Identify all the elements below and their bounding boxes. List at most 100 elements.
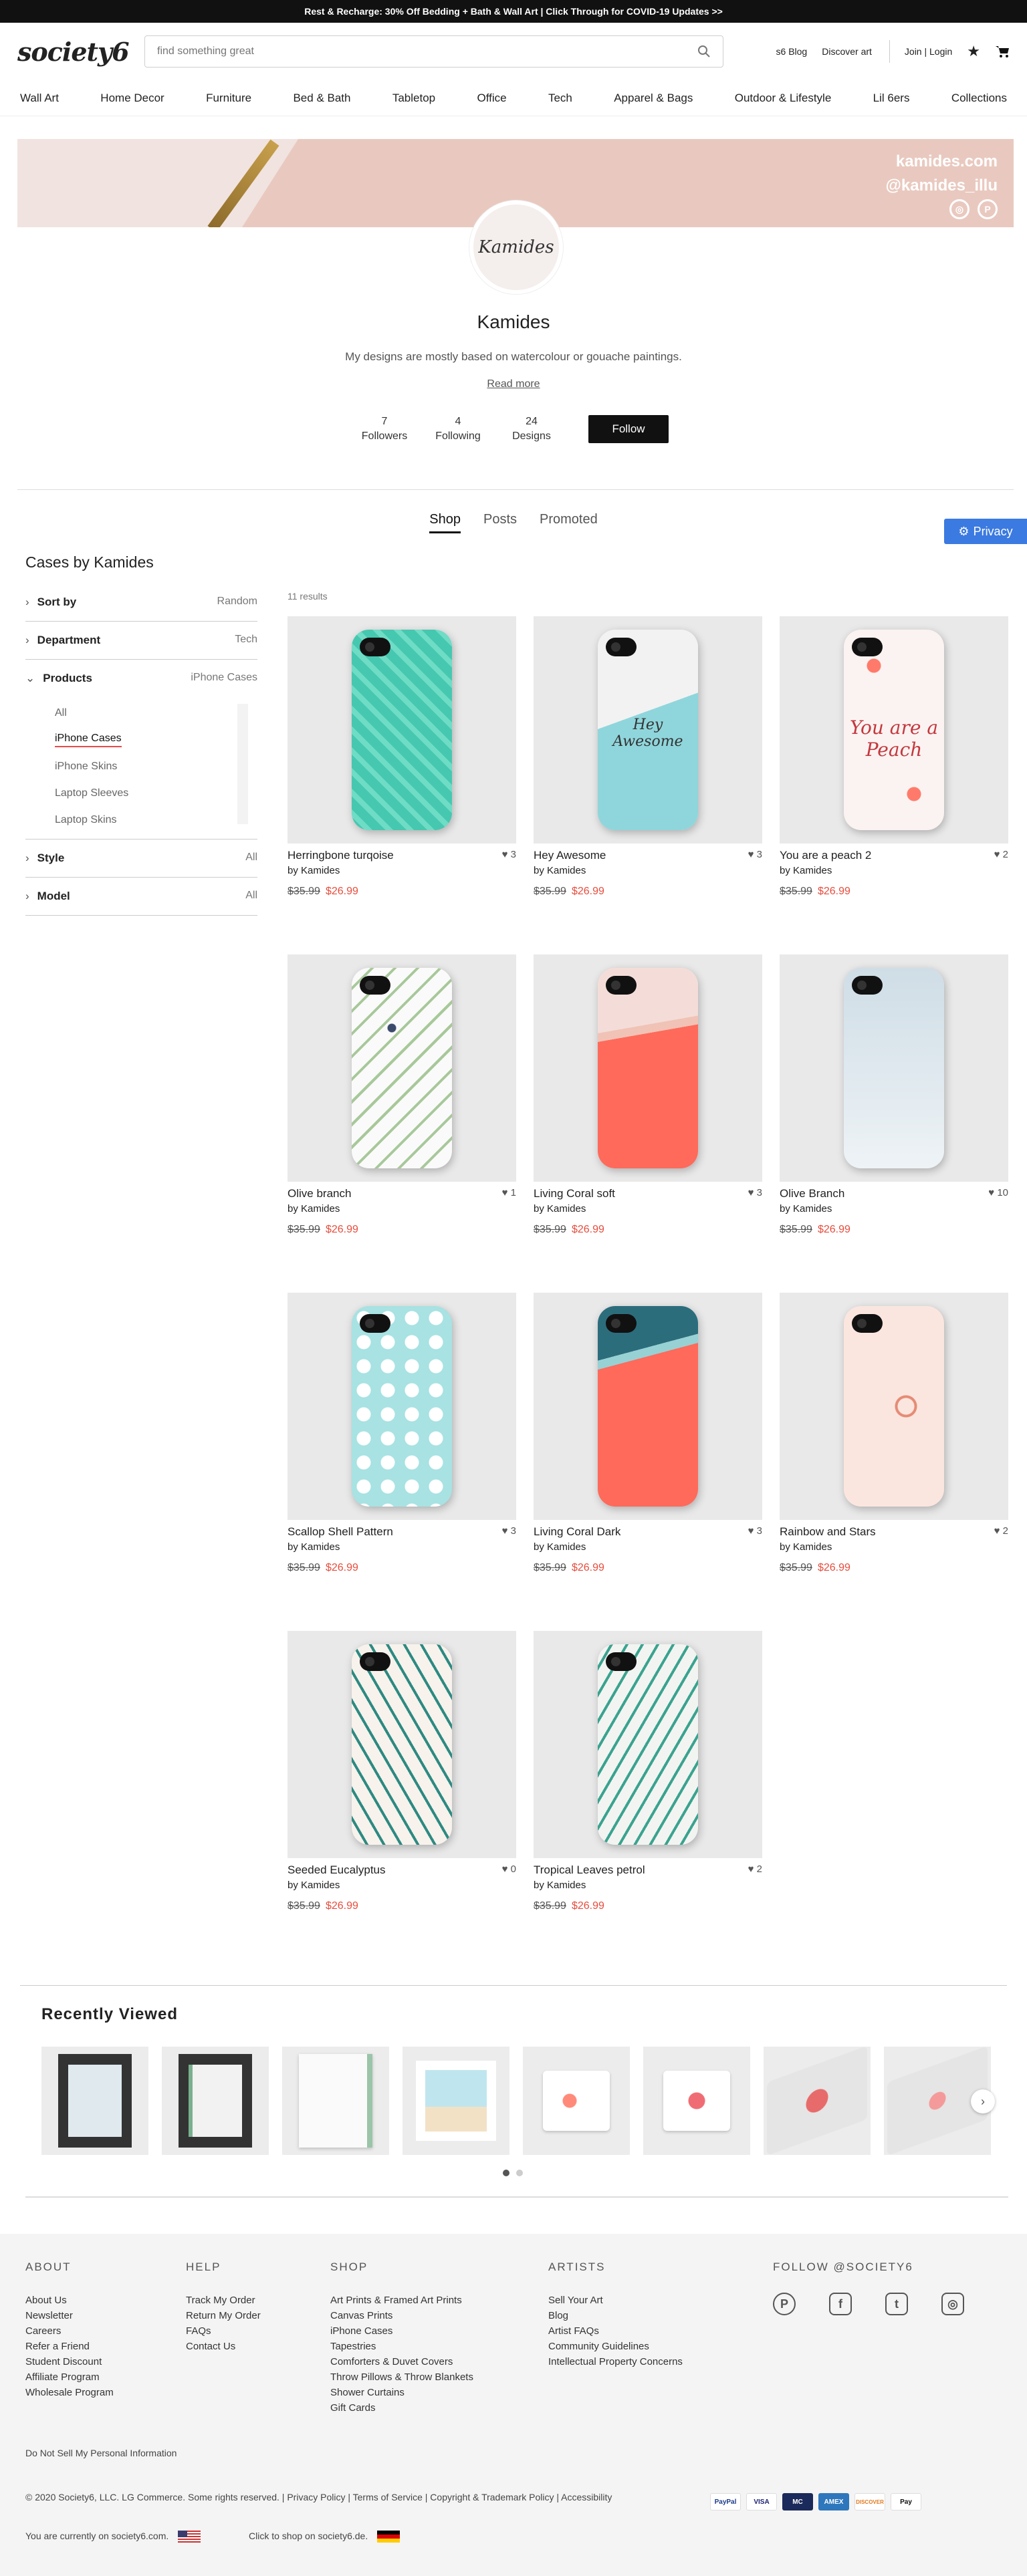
- footer-link[interactable]: Refer a Friend: [25, 2339, 114, 2354]
- nav-tabletop[interactable]: Tabletop: [392, 92, 435, 105]
- filter-department[interactable]: DepartmentTech: [25, 622, 257, 660]
- like-count[interactable]: ♥ 3: [748, 1187, 762, 1200]
- footer-link[interactable]: Wholesale Program: [25, 2385, 114, 2400]
- product-artist[interactable]: by Kamides: [780, 865, 1008, 876]
- product-title[interactable]: Olive branch: [288, 1187, 351, 1200]
- nav-collections[interactable]: Collections: [951, 92, 1007, 105]
- search-box[interactable]: [144, 35, 723, 68]
- product-title[interactable]: You are a peach 2: [780, 849, 871, 862]
- login-link[interactable]: Join | Login: [905, 46, 952, 57]
- twitter-icon[interactable]: t: [885, 2293, 908, 2315]
- option-iphone-skins[interactable]: iPhone Skins: [55, 753, 257, 780]
- footer-link[interactable]: Careers: [25, 2323, 114, 2339]
- recently-viewed-item[interactable]: [41, 2047, 148, 2155]
- product-card[interactable]: Olive branch ♥ 1 by Kamides $35.99 $26.99: [288, 954, 516, 1293]
- product-image[interactable]: [780, 1293, 1008, 1520]
- recently-viewed-item[interactable]: [403, 2047, 509, 2155]
- like-count[interactable]: ♥ 3: [502, 849, 516, 862]
- product-image[interactable]: [288, 1293, 516, 1520]
- like-count[interactable]: ♥ 2: [748, 1863, 762, 1877]
- product-card[interactable]: Olive Branch ♥ 10 by Kamides $35.99 $26.9…: [780, 954, 1008, 1293]
- tab-posts[interactable]: Posts: [483, 512, 517, 533]
- nav-bed-bath[interactable]: Bed & Bath: [293, 92, 350, 105]
- filter-model[interactable]: ModelAll: [25, 878, 257, 916]
- product-artist[interactable]: by Kamides: [288, 1541, 516, 1553]
- options-scrollbar[interactable]: [237, 704, 248, 824]
- footer-link[interactable]: Return My Order: [186, 2308, 261, 2323]
- option-iphone-cases[interactable]: iPhone Cases: [55, 727, 257, 753]
- product-image[interactable]: [534, 1293, 762, 1520]
- search-icon[interactable]: [697, 45, 711, 58]
- product-title[interactable]: Tropical Leaves petrol: [534, 1863, 645, 1877]
- recently-viewed-item[interactable]: [162, 2047, 269, 2155]
- nav-lil6ers[interactable]: Lil 6ers: [873, 92, 910, 105]
- footer-link[interactable]: iPhone Cases: [330, 2323, 473, 2339]
- product-card[interactable]: You are a Peach You are a peach 2 ♥ 2 by…: [780, 616, 1008, 954]
- society6-logo[interactable]: society6: [17, 37, 144, 67]
- tab-promoted[interactable]: Promoted: [540, 512, 598, 533]
- like-count[interactable]: ♥ 1: [502, 1187, 516, 1200]
- product-title[interactable]: Hey Awesome: [534, 849, 606, 862]
- star-icon[interactable]: ★: [967, 43, 980, 60]
- product-image[interactable]: You are a Peach: [780, 616, 1008, 844]
- product-card[interactable]: Rainbow and Stars ♥ 2 by Kamides $35.99 $…: [780, 1293, 1008, 1631]
- heart-icon[interactable]: ♥: [502, 1187, 508, 1198]
- product-artist[interactable]: by Kamides: [780, 1541, 1008, 1553]
- do-not-sell-link[interactable]: Do Not Sell My Personal Information: [25, 2448, 177, 2458]
- product-title[interactable]: Rainbow and Stars: [780, 1525, 876, 1539]
- like-count[interactable]: ♥ 3: [748, 849, 762, 862]
- product-title[interactable]: Seeded Eucalyptus: [288, 1863, 386, 1877]
- nav-tech[interactable]: Tech: [548, 92, 572, 105]
- product-artist[interactable]: by Kamides: [534, 1541, 762, 1553]
- like-count[interactable]: ♥ 0: [502, 1863, 516, 1877]
- heart-icon[interactable]: ♥: [988, 1187, 994, 1198]
- footer-link[interactable]: Student Discount: [25, 2354, 114, 2369]
- product-title[interactable]: Olive Branch: [780, 1187, 844, 1200]
- footer-link[interactable]: Art Prints & Framed Art Prints: [330, 2293, 473, 2308]
- heart-icon[interactable]: ♥: [748, 1187, 754, 1198]
- like-count[interactable]: ♥ 10: [988, 1187, 1008, 1200]
- footer-link[interactable]: Throw Pillows & Throw Blankets: [330, 2369, 473, 2385]
- designs-stat[interactable]: 24 Designs: [495, 414, 568, 444]
- footer-link[interactable]: Sell Your Art: [548, 2293, 683, 2308]
- filter-products[interactable]: ProductsiPhone Cases: [25, 660, 257, 697]
- product-card[interactable]: Seeded Eucalyptus ♥ 0 by Kamides $35.99 $…: [288, 1631, 516, 1969]
- nav-outdoor[interactable]: Outdoor & Lifestyle: [735, 92, 832, 105]
- carousel-next-button[interactable]: ›: [971, 2089, 995, 2113]
- footer-link[interactable]: Community Guidelines: [548, 2339, 683, 2354]
- footer-link[interactable]: Affiliate Program: [25, 2369, 114, 2385]
- heart-icon[interactable]: ♥: [748, 1525, 754, 1537]
- product-card[interactable]: Hey Awesome Hey Awesome ♥ 3 by Kamides $…: [534, 616, 762, 954]
- cart-icon[interactable]: [995, 45, 1010, 58]
- like-count[interactable]: ♥ 2: [994, 1525, 1008, 1539]
- recently-viewed-item[interactable]: [764, 2045, 871, 2156]
- product-image[interactable]: [780, 954, 1008, 1182]
- read-more-link[interactable]: Read more: [0, 378, 1027, 390]
- footer-link[interactable]: Newsletter: [25, 2308, 114, 2323]
- product-card[interactable]: Tropical Leaves petrol ♥ 2 by Kamides $3…: [534, 1631, 762, 1969]
- option-laptop-sleeves[interactable]: Laptop Sleeves: [55, 780, 257, 807]
- nav-wall-art[interactable]: Wall Art: [20, 92, 59, 105]
- recently-viewed-item[interactable]: [643, 2047, 750, 2155]
- footer-link[interactable]: Tapestries: [330, 2339, 473, 2354]
- footer-link[interactable]: Gift Cards: [330, 2400, 473, 2416]
- product-artist[interactable]: by Kamides: [288, 865, 516, 876]
- nav-apparel[interactable]: Apparel & Bags: [614, 92, 693, 105]
- footer-link[interactable]: About Us: [25, 2293, 114, 2308]
- following-stat[interactable]: 4 Following: [421, 414, 495, 444]
- product-artist[interactable]: by Kamides: [534, 1880, 762, 1891]
- tab-shop[interactable]: Shop: [429, 512, 461, 533]
- footer-link[interactable]: Canvas Prints: [330, 2308, 473, 2323]
- footer-link[interactable]: FAQs: [186, 2323, 261, 2339]
- footer-link[interactable]: Shower Curtains: [330, 2385, 473, 2400]
- product-artist[interactable]: by Kamides: [534, 865, 762, 876]
- product-image[interactable]: [288, 954, 516, 1182]
- locale-switch[interactable]: Click to shop on society6.de.: [249, 2531, 401, 2543]
- nav-furniture[interactable]: Furniture: [206, 92, 251, 105]
- heart-icon[interactable]: ♥: [502, 1525, 508, 1537]
- footer-link[interactable]: Blog: [548, 2308, 683, 2323]
- nav-office[interactable]: Office: [477, 92, 506, 105]
- privacy-button[interactable]: ⚙ Privacy: [944, 519, 1027, 544]
- heart-icon[interactable]: ♥: [748, 849, 754, 860]
- promo-bar[interactable]: Rest & Recharge: 30% Off Bedding + Bath …: [0, 0, 1027, 23]
